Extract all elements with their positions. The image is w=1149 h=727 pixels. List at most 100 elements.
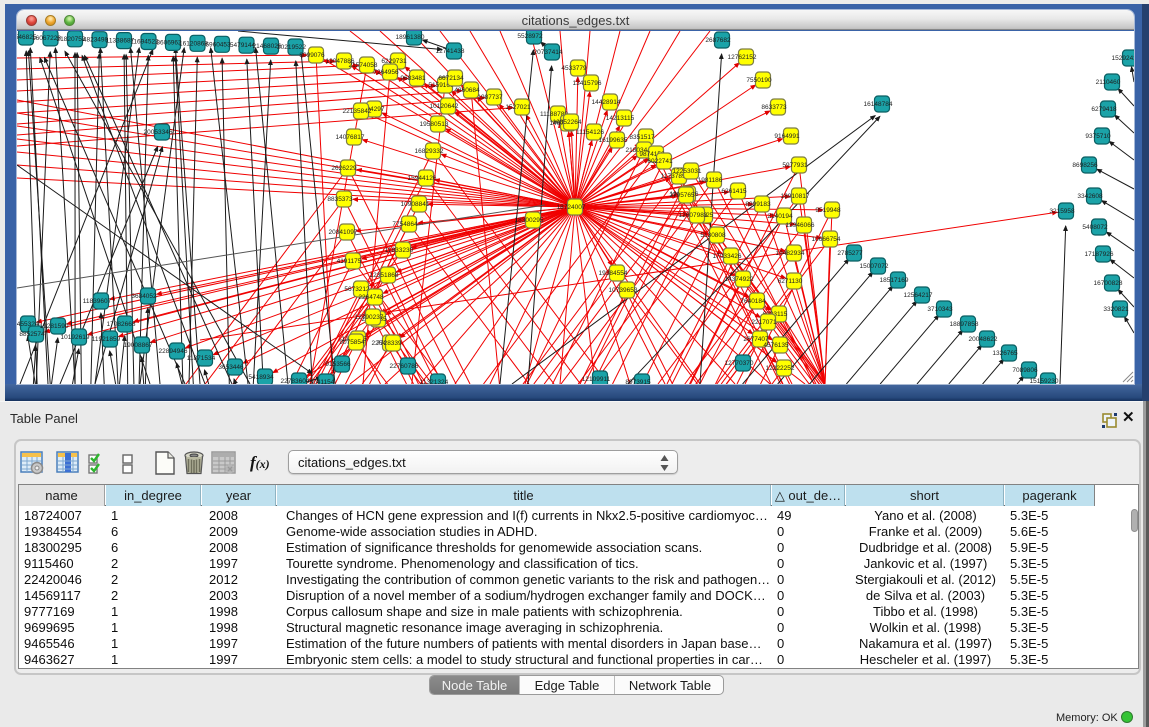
svg-text:1326765: 1326765 — [992, 350, 1018, 357]
svg-text:6022741: 6022741 — [647, 158, 673, 165]
svg-text:7089806: 7089806 — [1012, 367, 1038, 374]
svg-text:19580513: 19580513 — [420, 121, 449, 128]
svg-text:19008867: 19008867 — [124, 342, 153, 349]
svg-text:15159230: 15159230 — [1030, 378, 1059, 384]
svg-text:22783604: 22783604 — [281, 378, 310, 384]
svg-text:17082668: 17082668 — [107, 321, 136, 328]
svg-text:2795765: 2795765 — [669, 192, 695, 199]
svg-text:10852264: 10852264 — [553, 119, 582, 126]
svg-text:12351868: 12351868 — [370, 272, 399, 279]
svg-text:2140194: 2140194 — [767, 213, 793, 220]
svg-text:8633773: 8633773 — [761, 104, 787, 111]
svg-text:9075854: 9075854 — [339, 339, 365, 346]
svg-text:19281590: 19281590 — [40, 323, 69, 330]
svg-text:15944126: 15944126 — [408, 175, 437, 182]
svg-text:2264748: 2264748 — [358, 294, 384, 301]
svg-text:20219522: 20219522 — [277, 44, 306, 51]
svg-text:2626229: 2626229 — [331, 165, 357, 172]
svg-text:17033426: 17033426 — [713, 253, 742, 260]
svg-text:12790237: 12790237 — [355, 314, 384, 321]
svg-text:19384554: 19384554 — [599, 270, 628, 277]
svg-text:21820753: 21820753 — [57, 36, 86, 43]
svg-text:6279418: 6279418 — [1091, 106, 1117, 113]
svg-text:5408072: 5408072 — [1082, 224, 1108, 231]
svg-text:12109911: 12109911 — [582, 376, 611, 383]
svg-text:8351517: 8351517 — [629, 134, 655, 141]
svg-text:8999183: 8999183 — [745, 201, 771, 208]
svg-text:10120642: 10120642 — [430, 103, 459, 110]
svg-text:8698256: 8698256 — [1072, 162, 1098, 169]
svg-text:9519948: 9519948 — [815, 207, 841, 214]
svg-text:7640184: 7640184 — [740, 298, 766, 305]
svg-text:4533779: 4533779 — [561, 65, 587, 72]
svg-text:9375710: 9375710 — [1085, 133, 1111, 140]
svg-text:18961380: 18961380 — [396, 34, 425, 41]
svg-text:4860684: 4860684 — [454, 87, 480, 94]
svg-text:11694522: 11694522 — [130, 39, 159, 46]
svg-text:3342608: 3342608 — [1077, 193, 1103, 200]
svg-text:11921859: 11921859 — [92, 336, 121, 343]
svg-text:21574058: 21574058 — [349, 62, 378, 69]
svg-text:15292423: 15292423 — [1112, 55, 1134, 62]
svg-text:14428914: 14428914 — [592, 99, 621, 106]
svg-text:18897858: 18897858 — [950, 321, 979, 328]
svg-text:12607983: 12607983 — [679, 212, 708, 219]
svg-text:4191175: 4191175 — [337, 258, 362, 265]
svg-text:4576135: 4576135 — [763, 342, 789, 349]
svg-text:9683481: 9683481 — [400, 75, 426, 82]
svg-text:8099076: 8099076 — [299, 52, 325, 59]
svg-text:5418934: 5418934 — [248, 374, 274, 381]
svg-text:8835373: 8835373 — [327, 196, 353, 203]
svg-text:11321324: 11321324 — [420, 379, 449, 384]
svg-text:9164991: 9164991 — [774, 133, 800, 140]
svg-text:12253031: 12253031 — [673, 168, 702, 175]
svg-text:13415796: 13415796 — [573, 80, 602, 87]
svg-text:3710343: 3710343 — [927, 306, 953, 313]
svg-text:2687682: 2687682 — [705, 37, 731, 44]
svg-text:20737414: 20737414 — [534, 49, 563, 56]
svg-text:1981186: 1981186 — [698, 177, 723, 184]
svg-text:3653446: 3653446 — [218, 364, 244, 371]
svg-text:16829332: 16829332 — [415, 148, 444, 155]
svg-text:18910817: 18910817 — [781, 193, 810, 200]
svg-text:5528972: 5528972 — [517, 33, 543, 40]
svg-text:8852574: 8852574 — [19, 331, 45, 338]
svg-text:19482934: 19482934 — [776, 250, 805, 257]
svg-text:7754864: 7754864 — [392, 221, 418, 228]
svg-text:18300295: 18300295 — [515, 217, 544, 224]
svg-text:1987737: 1987737 — [477, 94, 503, 101]
svg-text:12741438: 12741438 — [436, 48, 465, 55]
svg-text:7264956: 7264956 — [373, 69, 399, 76]
svg-text:22135842: 22135842 — [343, 108, 372, 115]
svg-text:3215958: 3215958 — [1049, 208, 1075, 215]
svg-text:15007072: 15007072 — [860, 263, 889, 270]
svg-text:5673212: 5673212 — [344, 286, 370, 293]
svg-text:20053346: 20053346 — [144, 129, 173, 136]
svg-text:10192619: 10192619 — [61, 334, 90, 341]
svg-text:2785277: 2785277 — [837, 250, 863, 257]
svg-text:11871534: 11871534 — [187, 355, 216, 362]
svg-text:5041154: 5041154 — [310, 379, 335, 384]
svg-text:12564217: 12564217 — [904, 292, 933, 299]
svg-text:16700828: 16700828 — [1094, 280, 1123, 287]
svg-text:20841097: 20841097 — [329, 229, 358, 236]
svg-text:6960453: 6960453 — [205, 41, 231, 48]
svg-text:16199635: 16199635 — [599, 137, 628, 144]
svg-text:10666754: 10666754 — [812, 236, 841, 243]
svg-text:9153566: 9153566 — [325, 361, 351, 368]
svg-text:11839607: 11839607 — [83, 298, 112, 305]
svg-text:7550190: 7550190 — [746, 77, 772, 84]
svg-text:17187926: 17187926 — [1085, 251, 1114, 258]
svg-text:6672134: 6672134 — [438, 75, 464, 82]
svg-text:10908841: 10908841 — [401, 201, 430, 208]
svg-text:14213115: 14213115 — [606, 115, 635, 122]
svg-text:12762152: 12762152 — [728, 54, 757, 61]
svg-text:12222252: 12222252 — [766, 365, 795, 372]
svg-text:3684052: 3684052 — [131, 293, 157, 300]
svg-text:10739653: 10739653 — [609, 287, 638, 294]
svg-text:16120868: 16120868 — [179, 40, 208, 47]
svg-text:3320821: 3320821 — [1103, 306, 1129, 313]
svg-text:18724007: 18724007 — [557, 204, 586, 211]
svg-text:2217071: 2217071 — [751, 319, 777, 326]
svg-text:6261415: 6261415 — [721, 188, 747, 195]
